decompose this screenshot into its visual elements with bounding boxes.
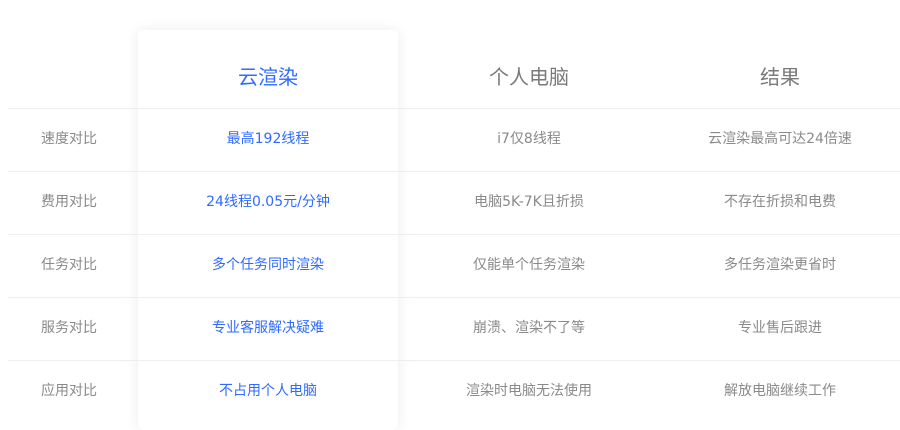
- pc-value: 崩溃、渲染不了等: [473, 320, 585, 336]
- table-header: 云渲染 个人电脑 结果: [0, 46, 900, 108]
- table-row: 应用对比 不占用个人电脑 渲染时电脑无法使用 解放电脑继续工作: [0, 360, 900, 423]
- table-row: 速度对比 最高192线程 i7仅8线程 云渲染最高可达24倍速: [0, 108, 900, 171]
- table-row: 服务对比 专业客服解决疑难 崩溃、渲染不了等 专业售后跟进: [0, 297, 900, 360]
- pc-value: 仅能单个任务渲染: [473, 257, 585, 273]
- cloud-value: 不占用个人电脑: [219, 383, 317, 399]
- result-value: 专业售后跟进: [738, 320, 822, 336]
- header-cloud-render: 云渲染: [238, 65, 298, 89]
- pc-value: 电脑5K-7K且折损: [474, 194, 584, 210]
- result-value: 多任务渲染更省时: [724, 257, 836, 273]
- pc-value: 渲染时电脑无法使用: [466, 383, 592, 399]
- row-label: 应用对比: [41, 383, 97, 399]
- cloud-value: 24线程0.05元/分钟: [206, 194, 330, 210]
- header-personal-pc: 个人电脑: [489, 65, 569, 89]
- pc-value: i7仅8线程: [497, 131, 561, 147]
- result-value: 云渲染最高可达24倍速: [708, 131, 852, 147]
- header-result: 结果: [760, 65, 800, 89]
- row-label: 费用对比: [41, 194, 97, 210]
- row-label: 任务对比: [41, 257, 97, 273]
- table-row: 任务对比 多个任务同时渲染 仅能单个任务渲染 多任务渲染更省时: [0, 234, 900, 297]
- cloud-value: 专业客服解决疑难: [212, 320, 324, 336]
- result-value: 不存在折损和电费: [724, 194, 836, 210]
- result-value: 解放电脑继续工作: [724, 383, 836, 399]
- table-row: 费用对比 24线程0.05元/分钟 电脑5K-7K且折损 不存在折损和电费: [0, 171, 900, 234]
- row-label: 速度对比: [41, 131, 97, 147]
- cloud-value: 多个任务同时渲染: [212, 257, 324, 273]
- row-label: 服务对比: [41, 320, 97, 336]
- cloud-value: 最高192线程: [226, 131, 310, 147]
- comparison-table: 云渲染 个人电脑 结果 速度对比 最高192线程 i7仅8线程 云渲染最高可达2…: [0, 0, 900, 430]
